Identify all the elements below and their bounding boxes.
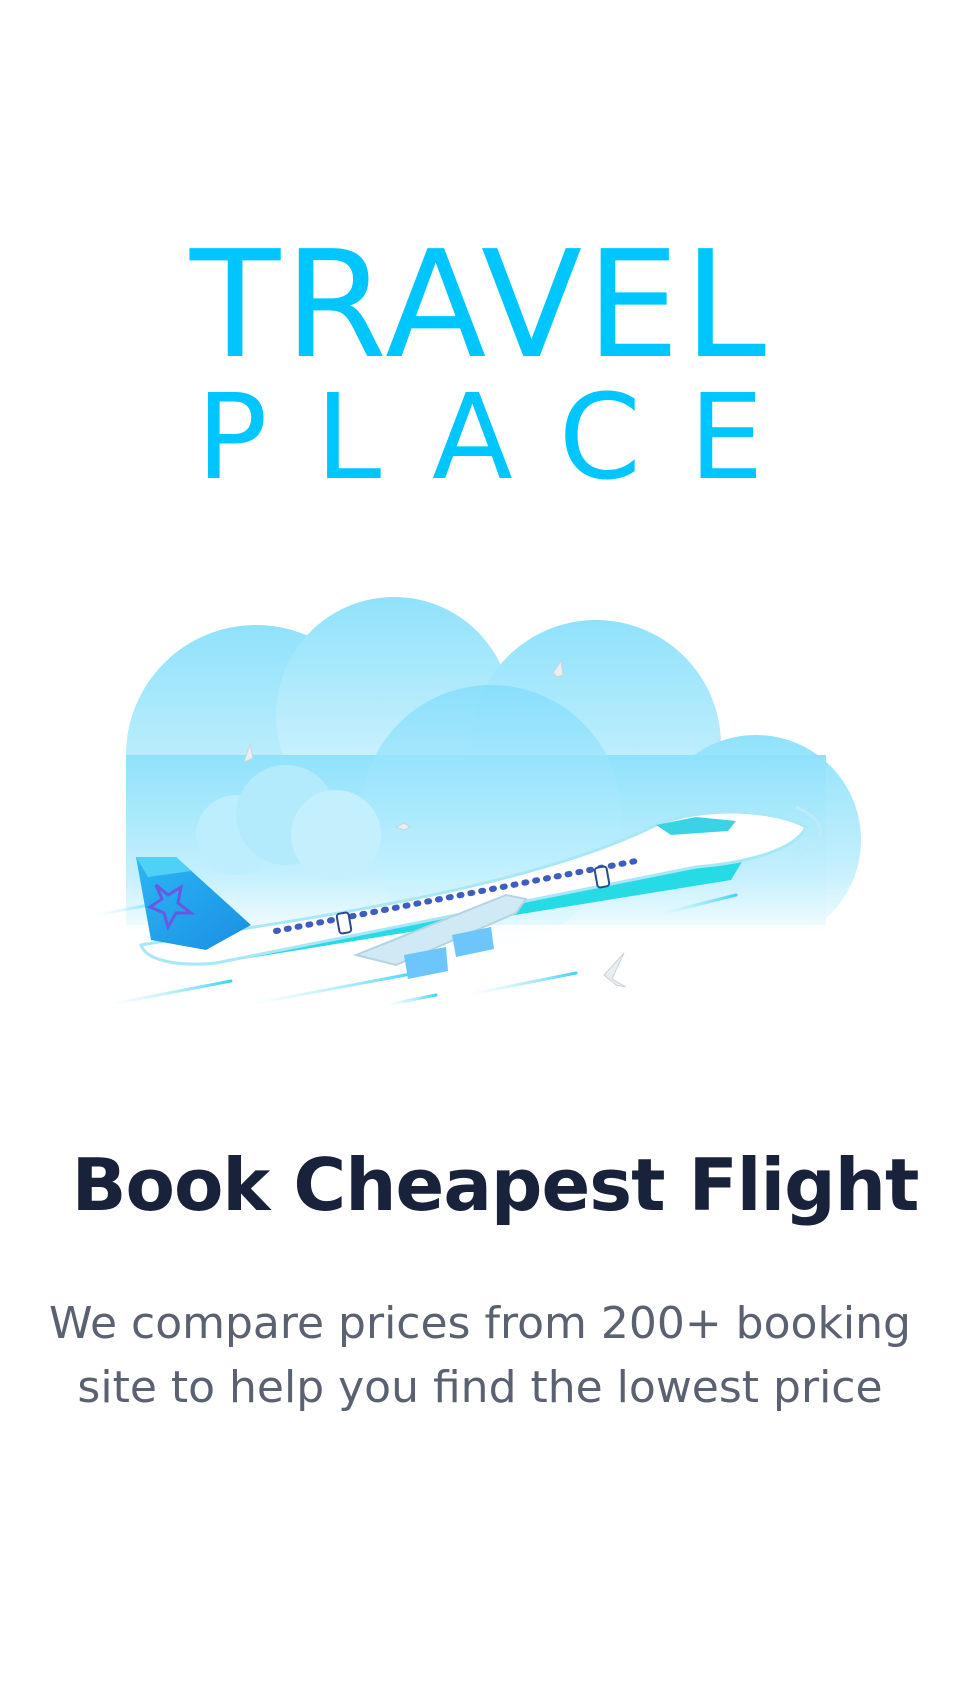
logo-line-travel: TRAVEL (189, 219, 771, 391)
onboarding-screen: TRAVEL PLACE Book Cheapest Flight We com… (0, 0, 960, 1707)
onboarding-title: Book Cheapest Flight (71, 1143, 920, 1227)
logo-line-place: PLACE (196, 368, 812, 506)
app-logo: TRAVEL PLACE (0, 219, 960, 506)
onboarding-description: We compare prices from 200+ booking site… (49, 1298, 911, 1413)
airplane-in-clouds-icon (96, 597, 876, 1015)
